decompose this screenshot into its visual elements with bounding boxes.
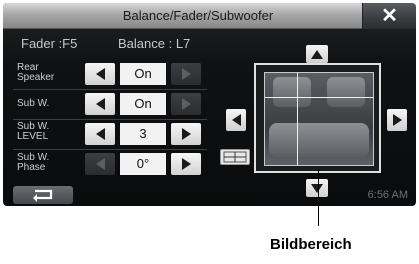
sub-w-phase-right-button[interactable] [171, 153, 201, 175]
fader-down-button[interactable] [306, 179, 328, 197]
fader-status: Fader :F5 [21, 36, 78, 51]
arrow-right-icon [181, 98, 191, 110]
arrow-left-icon [95, 98, 105, 110]
close-button[interactable]: ✕ [362, 3, 416, 29]
callout-label: Bildbereich [270, 236, 352, 253]
front-right-seat [327, 77, 365, 107]
rear-speaker-right-button[interactable] [171, 63, 201, 85]
balance-left-button[interactable] [226, 109, 246, 131]
fader-up-button[interactable] [306, 45, 328, 63]
sub-w-left-button[interactable] [85, 93, 115, 115]
arrow-left-icon [95, 158, 105, 170]
rear-seat [269, 123, 369, 157]
title-bar: Balance/Fader/Subwoofer ✕ [3, 3, 416, 29]
row-label-sub-w: Sub W. [17, 98, 50, 109]
balance-fader-map[interactable] [254, 63, 381, 173]
clock: 6:56 AM [367, 189, 408, 201]
car-interior-image [264, 72, 374, 166]
sub-w-level-right-button[interactable] [171, 123, 201, 145]
row-label-sub-w-phase: Sub W. Phase [17, 152, 50, 173]
sub-w-right-button[interactable] [171, 93, 201, 115]
arrow-right-icon [181, 158, 191, 170]
center-position-button[interactable] [220, 149, 250, 165]
rear-speaker-left-button[interactable] [85, 63, 115, 85]
arrow-down-icon [311, 183, 323, 193]
arrow-right-icon [181, 128, 191, 140]
sub-w-phase-value: 0° [120, 153, 166, 175]
arrow-right-icon [181, 68, 191, 80]
front-left-seat [273, 77, 311, 107]
row-divider [13, 119, 207, 120]
row-label-sub-w-level: Sub W. LEVEL [17, 121, 50, 142]
close-icon: ✕ [381, 5, 398, 27]
rear-speaker-value: On [120, 63, 166, 85]
arrow-left-icon [231, 114, 241, 126]
row-label-rear-speaker: Rear Speaker [17, 62, 55, 83]
arrow-right-icon [392, 114, 402, 126]
arrow-left-icon [95, 68, 105, 80]
screen: Balance/Fader/Subwoofer ✕ Fader :F5 Bala… [3, 3, 416, 206]
arrow-up-icon [311, 49, 323, 59]
sub-w-level-value: 3 [120, 123, 166, 145]
arrow-left-icon [95, 128, 105, 140]
sub-w-phase-left-button[interactable] [85, 153, 115, 175]
fader-crosshair-line [265, 97, 373, 98]
back-button[interactable] [13, 186, 73, 204]
row-divider [13, 89, 207, 90]
sub-w-level-left-button[interactable] [85, 123, 115, 145]
center-position-icon [223, 151, 247, 163]
row-divider [13, 149, 207, 150]
balance-crosshair-line [297, 73, 298, 165]
window-title: Balance/Fader/Subwoofer [122, 8, 274, 23]
callout-line [318, 170, 319, 226]
back-arrow-icon [33, 189, 53, 202]
sub-w-value: On [120, 93, 166, 115]
balance-right-button[interactable] [387, 109, 407, 131]
balance-status: Balance : L7 [118, 36, 191, 51]
